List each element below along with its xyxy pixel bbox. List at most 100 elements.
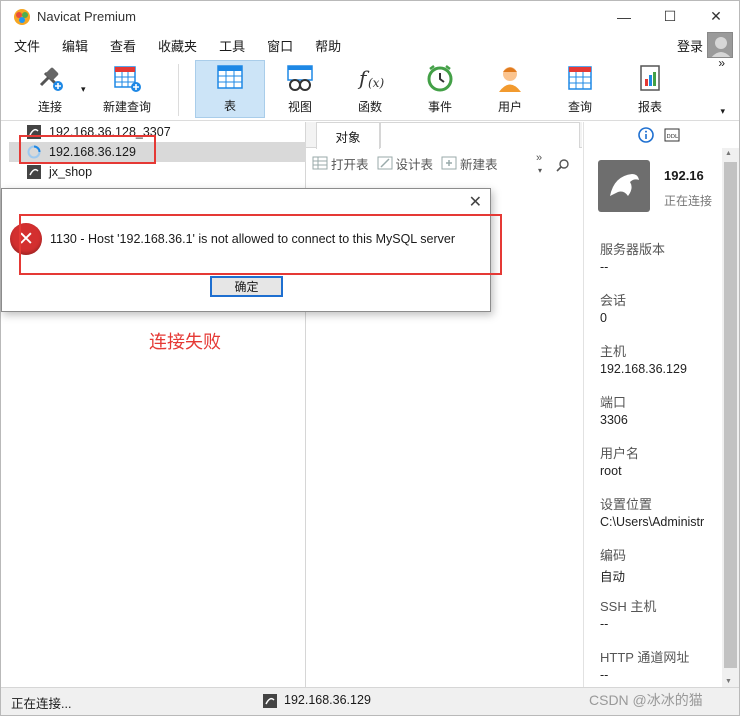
- info-value-http-tunnel: --: [600, 668, 609, 682]
- connect-dropdown-arrow-icon[interactable]: ▾: [81, 84, 86, 95]
- info-scrollbar[interactable]: ▲ ▼: [722, 148, 739, 687]
- navicat-window: Navicat Premium — ☐ ✕ 文件 编辑 查看 收藏夹 工具 窗口…: [0, 0, 740, 716]
- navicat-logo-icon: [14, 8, 30, 25]
- toolbar-overflow-icon[interactable]: »: [718, 56, 725, 70]
- info-label-host: 主机: [600, 344, 627, 359]
- login-link[interactable]: 登录: [677, 36, 703, 55]
- info-label-server-version: 服务器版本: [600, 242, 666, 257]
- info-label-http-tunnel: HTTP 通道网址: [600, 650, 690, 665]
- info-label-username: 用户名: [600, 446, 640, 461]
- clock-icon: [427, 65, 453, 92]
- menu-favorites[interactable]: 收藏夹: [158, 36, 197, 55]
- menu-edit[interactable]: 编辑: [62, 36, 88, 55]
- svg-text:DDL: DDL: [667, 134, 679, 140]
- objects-overflow-icon[interactable]: »: [536, 152, 542, 164]
- function-label: 函数: [357, 100, 382, 114]
- info-label-sessions: 会话: [600, 293, 627, 308]
- highlight-box-connection: [19, 135, 156, 164]
- report-button[interactable]: 报表: [621, 60, 679, 118]
- highlight-box-error: [19, 214, 502, 275]
- maximize-button[interactable]: ☐: [647, 1, 693, 32]
- info-value-username: root: [600, 464, 622, 478]
- new-table-icon: [441, 156, 457, 170]
- menu-file[interactable]: 文件: [14, 36, 40, 55]
- new-query-label: 新建查询: [102, 100, 151, 114]
- tab-strip-blank: [380, 122, 580, 148]
- info-value-server-version: --: [600, 260, 609, 274]
- info-label-ssh-host: SSH 主机: [600, 599, 657, 614]
- toolbar-separator: [178, 64, 179, 116]
- table-button[interactable]: 表: [195, 60, 265, 118]
- svg-text:(x): (x): [368, 76, 384, 90]
- query-button[interactable]: 查询: [551, 60, 609, 118]
- function-icon: f (x): [357, 66, 384, 90]
- info-title: 192.16: [664, 168, 704, 183]
- design-table-icon: [377, 156, 393, 170]
- mysql-connection-icon: [263, 694, 277, 708]
- info-value-port: 3306: [600, 413, 628, 427]
- new-query-icon: [114, 66, 141, 92]
- toolbar-dropdown-icon[interactable]: ▾: [720, 106, 725, 117]
- view-button[interactable]: 视图: [271, 60, 329, 118]
- mysql-connection-icon: [27, 165, 41, 179]
- menu-view[interactable]: 查看: [110, 36, 136, 55]
- function-button[interactable]: f (x) 函数: [341, 60, 399, 118]
- design-table-button[interactable]: 设计表: [377, 154, 434, 173]
- info-value-encoding: 自动: [600, 570, 626, 584]
- scroll-up-icon[interactable]: ▲: [725, 150, 732, 157]
- info-value-ssh-host: --: [600, 617, 609, 631]
- new-query-button[interactable]: 新建查询: [99, 60, 155, 118]
- info-value-sessions: 0: [600, 311, 607, 325]
- title-bar: Navicat Premium — ☐ ✕: [1, 1, 739, 32]
- tree-item-jx-shop[interactable]: jx_shop: [9, 162, 306, 182]
- design-table-label: 设计表: [395, 157, 434, 172]
- objects-toolbar: 打开表 设计表 新建表 » ▾: [306, 148, 582, 178]
- new-table-button[interactable]: 新建表: [441, 154, 498, 173]
- watermark: CSDN @冰冰的猫: [589, 692, 703, 708]
- info-pane: DDL 192.16 正在连接 服务器版本 -- 会话 0 主机 192.168…: [583, 122, 739, 687]
- info-label-port: 端口: [600, 395, 627, 410]
- dialog-close-icon[interactable]: ✕: [469, 192, 482, 212]
- info-icon[interactable]: [638, 127, 654, 143]
- objects-dropdown-icon[interactable]: ▾: [538, 166, 542, 175]
- table-label: 表: [223, 99, 236, 113]
- event-label: 事件: [427, 100, 452, 114]
- menu-tools[interactable]: 工具: [219, 36, 245, 55]
- user-button[interactable]: 用户: [481, 60, 539, 118]
- info-value-host: 192.168.36.129: [600, 362, 687, 376]
- info-label-encoding: 编码: [600, 548, 627, 563]
- tab-objects[interactable]: 对象: [316, 122, 380, 149]
- ok-button[interactable]: 确定: [210, 276, 283, 297]
- menu-bar: 文件 编辑 查看 收藏夹 工具 窗口 帮助 登录: [1, 32, 739, 58]
- table-icon: [217, 65, 243, 89]
- view-icon: [287, 65, 313, 91]
- open-table-icon: [312, 156, 328, 170]
- objects-tab-bar: 对象: [306, 122, 582, 149]
- window-title: Navicat Premium: [37, 9, 136, 24]
- open-table-label: 打开表: [331, 157, 369, 172]
- scrollbar-thumb[interactable]: [724, 162, 737, 668]
- info-value-settings-location: C:\Users\Administr: [600, 515, 705, 529]
- minimize-button[interactable]: —: [601, 1, 647, 32]
- user-avatar-icon: [711, 37, 731, 57]
- avatar[interactable]: [707, 32, 733, 58]
- open-table-button[interactable]: 打开表: [312, 154, 369, 173]
- view-label: 视图: [287, 100, 312, 114]
- close-window-button[interactable]: ✕: [693, 1, 739, 32]
- scroll-down-icon[interactable]: ▼: [725, 678, 732, 685]
- user-icon: [499, 67, 521, 92]
- user-label: 用户: [497, 100, 522, 114]
- ddl-icon[interactable]: DDL: [664, 127, 680, 143]
- menu-help[interactable]: 帮助: [315, 36, 341, 55]
- info-subtitle: 正在连接: [664, 194, 713, 208]
- menu-window[interactable]: 窗口: [267, 36, 293, 55]
- mysql-dolphin-icon: [598, 160, 650, 212]
- new-table-label: 新建表: [460, 157, 498, 172]
- search-icon[interactable]: [556, 158, 570, 172]
- tree-item-label: jx_shop: [49, 165, 93, 179]
- status-connection: 192.168.36.129: [284, 693, 371, 707]
- report-icon: [640, 65, 660, 91]
- connect-button[interactable]: 连接: [31, 60, 69, 118]
- info-label-settings-location: 设置位置: [600, 497, 653, 512]
- event-button[interactable]: 事件: [411, 60, 469, 118]
